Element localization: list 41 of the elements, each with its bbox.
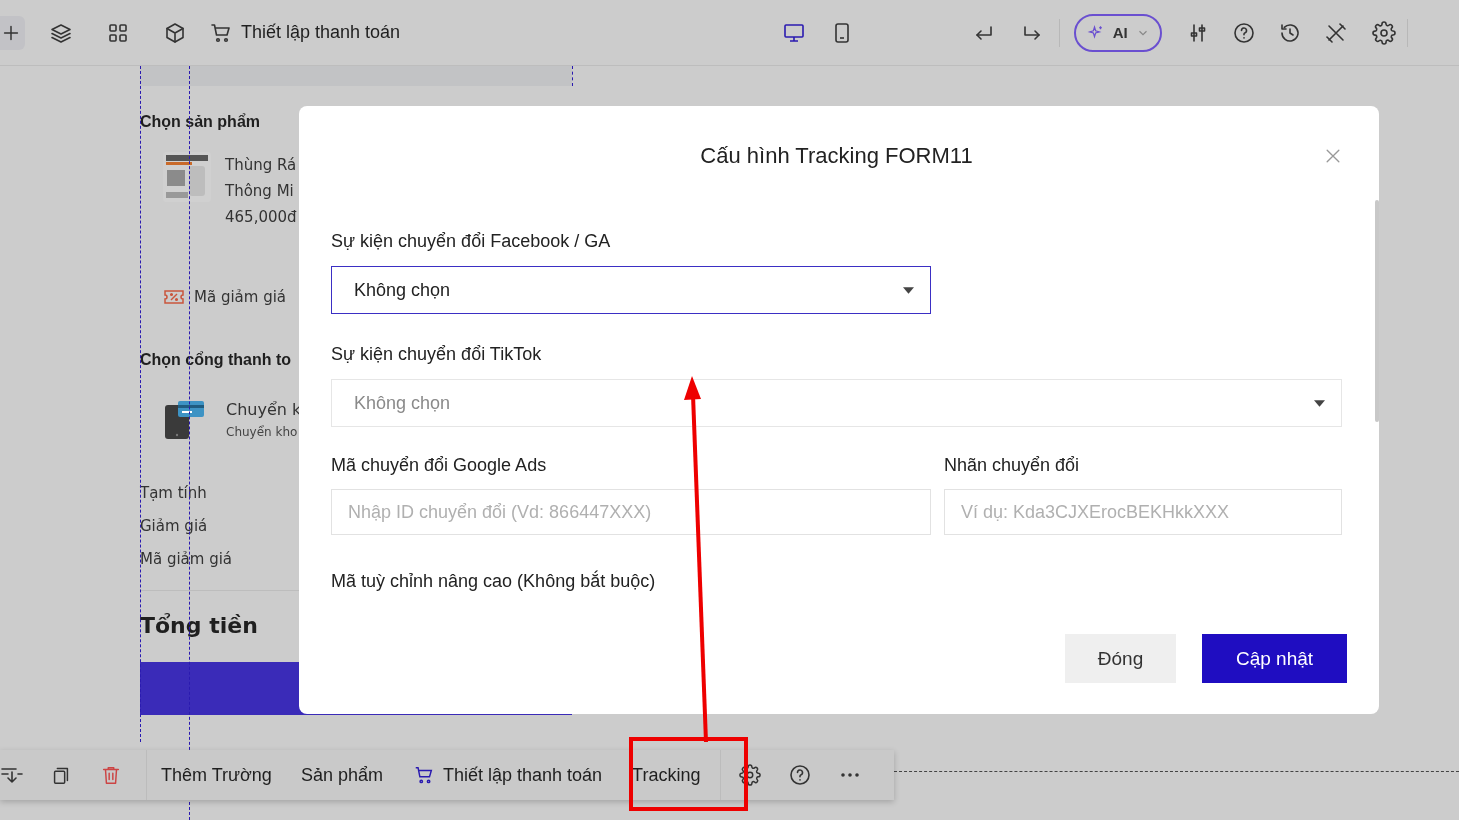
dropdown-arrow-icon [1314, 399, 1325, 407]
dropdown-arrow-icon [903, 286, 914, 294]
product-text: Thùng Rá [225, 155, 297, 176]
phone-card-icon [164, 400, 204, 440]
input-field[interactable]: Nhập ID chuyển đổi (Vd: 866447XXX) [331, 489, 931, 535]
field-label: Mã tuỳ chỉnh nâng cao (Không bắt buộc) [331, 571, 656, 592]
settings-icon[interactable] [739, 764, 762, 786]
summary-label: Giảm giá [140, 517, 208, 535]
toolbar-button[interactable]: Sản phẩm [300, 764, 383, 786]
toolbar-button[interactable]: Thêm Trường [161, 764, 272, 786]
section-heading: Chọn sản phẩm [140, 112, 260, 132]
summary-label: Mã giảm giá [140, 550, 233, 568]
field-label: Nhãn chuyển đổi [944, 455, 1080, 476]
dialog-title: Cấu hình Tracking FORM11 [700, 143, 973, 168]
summary-label: Tạm tính [140, 484, 207, 502]
help-icon[interactable] [1232, 20, 1257, 45]
scrollbar[interactable] [1375, 200, 1379, 422]
product-text: Thông Mi [225, 181, 295, 202]
delete-icon[interactable] [100, 764, 122, 786]
field-label: Mã chuyển đổi Google Ads [331, 455, 547, 476]
toolbar-button[interactable]: Tracking [632, 764, 701, 786]
toolbar-button[interactable]: Thiết lập thanh toán [412, 764, 603, 786]
settings-icon[interactable] [1372, 20, 1397, 45]
coupon-icon [164, 289, 184, 305]
tools-icon[interactable] [1324, 20, 1349, 45]
event-select[interactable]: Không chọn [331, 266, 931, 314]
field-label: Sự kiện chuyển đổi Facebook / GA [331, 231, 611, 252]
section-heading: Chọn cổng thanh to [140, 350, 292, 370]
product-text: 465,000đ [225, 207, 297, 228]
update-button[interactable]: Cập nhật [1202, 634, 1347, 683]
page-title: Thiết lập thanh toán [241, 22, 401, 43]
sparkle-icon [1086, 23, 1105, 42]
coupon-label[interactable]: Mã giảm giá [194, 288, 287, 306]
add-button[interactable] [0, 15, 25, 50]
ai-button[interactable]: AI [1074, 13, 1163, 52]
help-icon[interactable] [788, 763, 813, 787]
payment-method-note: Chuyển kho [226, 425, 299, 439]
cube-icon[interactable] [163, 20, 187, 45]
field-label: Sự kiện chuyển đổi TikTok [331, 344, 542, 365]
input-field[interactable]: Ví dụ: Kda3CJXErocBEKHkkXXX [944, 489, 1342, 535]
close-button[interactable]: Đóng [1065, 634, 1176, 683]
